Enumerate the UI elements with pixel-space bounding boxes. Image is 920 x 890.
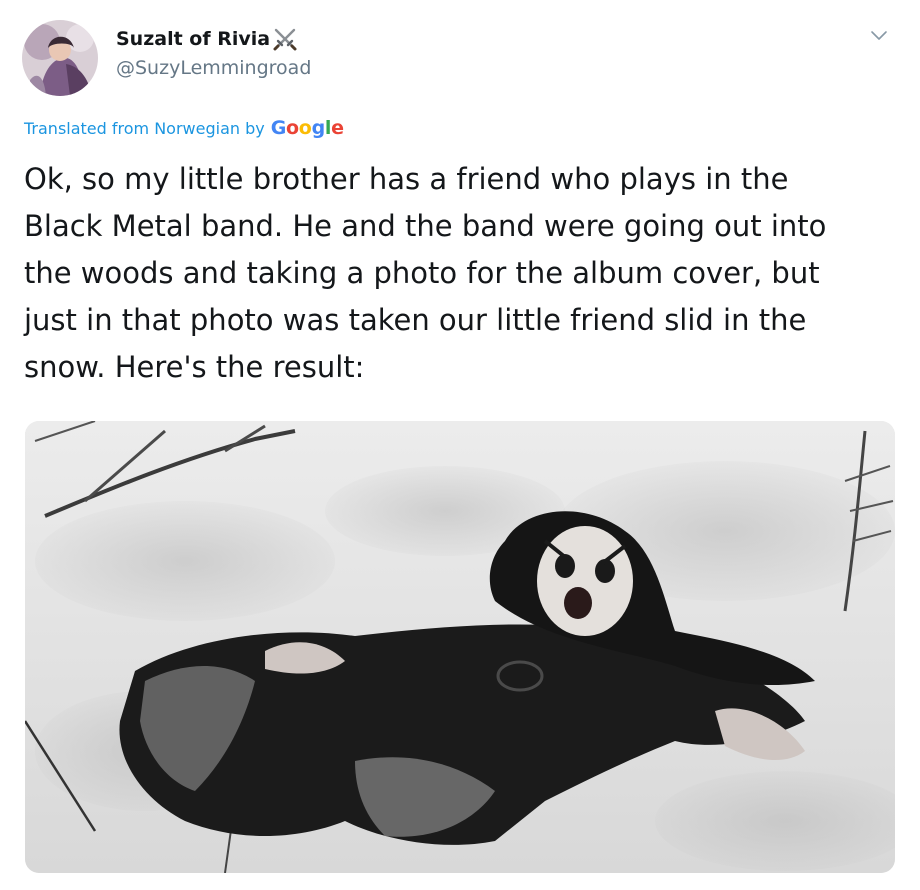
tweet-text-line: Ok, so my little brother has a friend wh… [24, 162, 789, 196]
google-logo: Google [271, 117, 344, 139]
snow-photo [25, 421, 895, 873]
google-letter: g [311, 117, 326, 139]
tweet-card: Suzalt of Rivia @SuzyLemmingroad Transla… [0, 0, 920, 890]
tweet-text-line: Black Metal band. He and the band were g… [24, 209, 827, 243]
google-letter: G [270, 117, 287, 139]
google-letter: o [298, 117, 312, 139]
tweet-text-line: just in that photo was taken our little … [24, 303, 807, 337]
crossed-swords-icon [272, 26, 298, 52]
user-name-row: Suzalt of Rivia [116, 26, 298, 52]
user-handle[interactable]: @SuzyLemmingroad [116, 57, 311, 79]
google-letter: e [331, 117, 344, 139]
translation-label[interactable]: Translated from Norwegian by [24, 119, 265, 138]
tweet-text-line: snow. Here's the result: [24, 350, 365, 384]
tweet-photo[interactable] [25, 421, 895, 873]
avatar-image [22, 20, 98, 96]
display-name[interactable]: Suzalt of Rivia [116, 28, 270, 50]
google-letter: o [286, 117, 299, 139]
translation-notice: Translated from Norwegian by Google [24, 117, 344, 139]
tweet-text: Ok, so my little brother has a friend wh… [24, 156, 904, 391]
tweet-text-line: the woods and taking a photo for the alb… [24, 256, 820, 290]
chevron-down-icon[interactable] [868, 24, 890, 46]
avatar[interactable] [22, 20, 98, 96]
